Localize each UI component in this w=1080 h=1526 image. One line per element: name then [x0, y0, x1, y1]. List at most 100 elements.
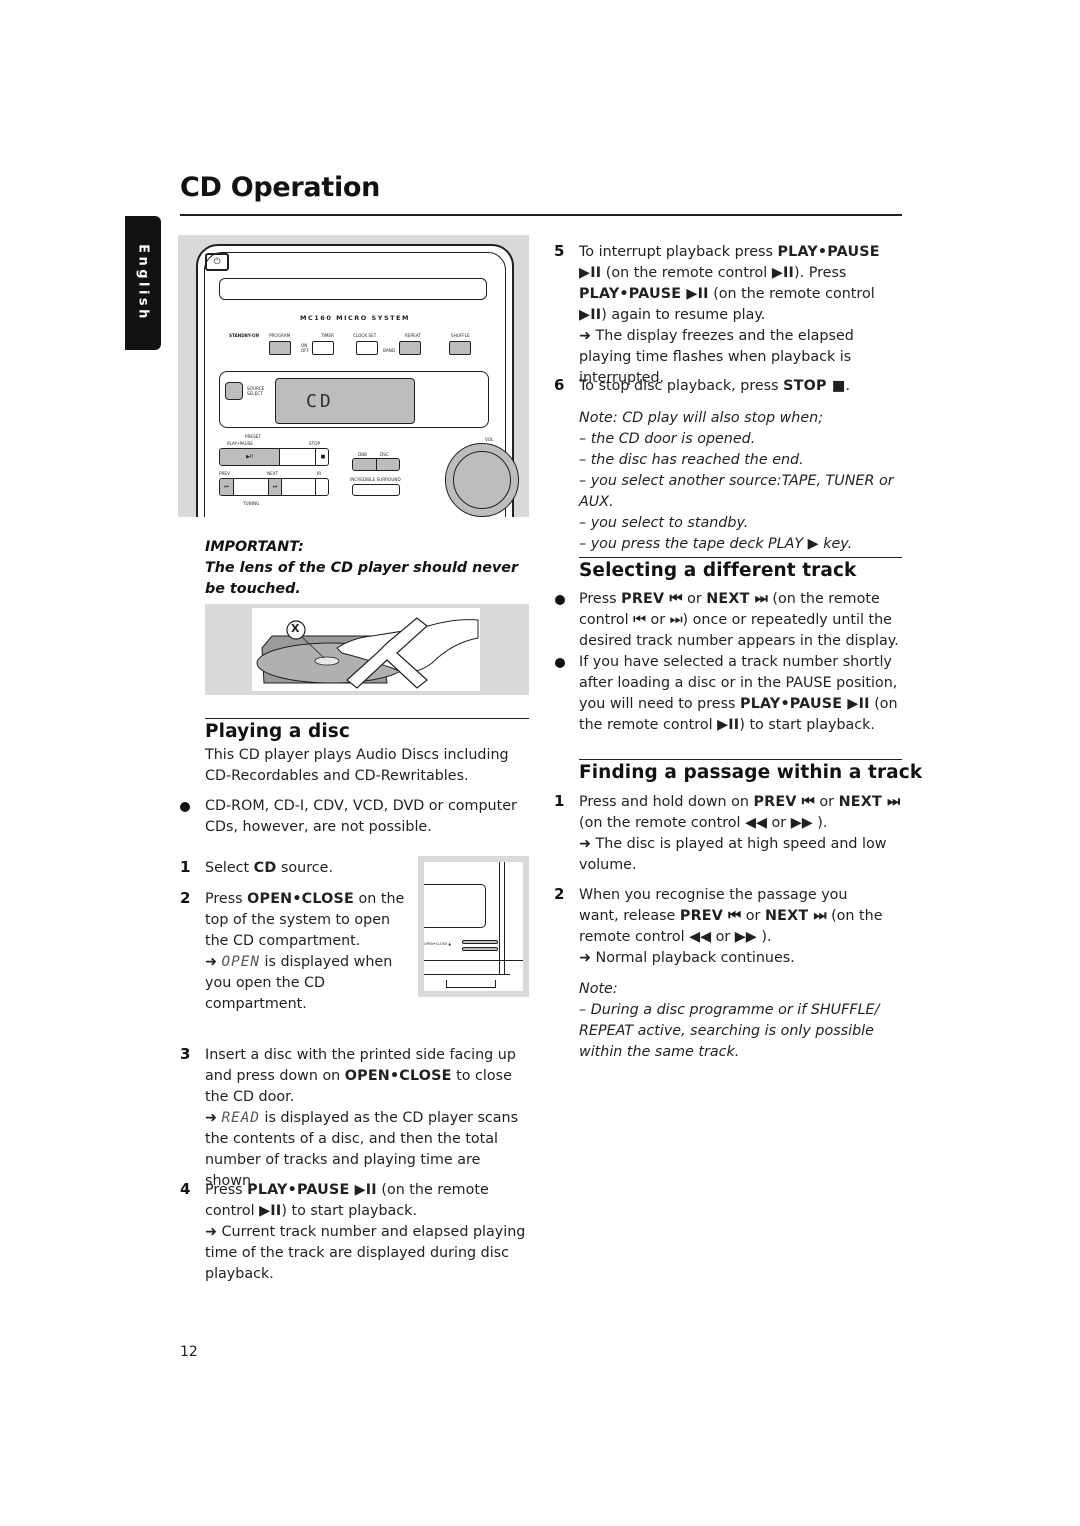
finding-step-1-text: Press and hold down on PREV ⏮ or NEXT ⏭ …: [579, 792, 909, 876]
standby-on-button: ⏻: [205, 253, 229, 271]
step-key: ▶II: [717, 717, 740, 733]
cd-slot: [219, 278, 487, 300]
step-number: 3: [180, 1045, 191, 1063]
language-tab-label: English: [135, 244, 151, 322]
dbb-dsc-buttons: [352, 458, 400, 471]
step-key: PLAY•PAUSE ▶II: [247, 1182, 377, 1198]
lens-warning-illustration: X: [252, 608, 480, 691]
step-4-text: Press PLAY•PAUSE ▶II (on the remote cont…: [205, 1180, 527, 1285]
label-incredible-surround: INCREDIBLE SURROUND: [350, 477, 401, 482]
play-stop-control-row: ▶II ■: [219, 448, 329, 466]
step-text: ) to start playback.: [281, 1203, 417, 1219]
lcd-readout: READ: [221, 1110, 260, 1126]
step-text: Press and hold down on: [579, 794, 754, 810]
stop-note-item: – the CD door is opened.: [579, 431, 756, 447]
cd-door-outline: [424, 884, 486, 928]
bullet-text: ) to start playback.: [739, 717, 875, 733]
bullet-text: or: [682, 591, 707, 607]
step-number: 2: [554, 885, 565, 903]
label-play-pause: PLAY•PAUSE: [227, 441, 254, 446]
stop-key: ■: [315, 449, 328, 465]
stop-note-item: – you select another source:TAPE, TUNER …: [579, 473, 894, 510]
stop-note-item: – you select to standby.: [579, 515, 749, 531]
step-key: PREV ⏮: [621, 591, 683, 607]
device-inner-frame: MC160 MICRO SYSTEM STANDBY-ON ⏻ PROGRAM …: [204, 252, 519, 517]
step-text: or: [814, 794, 839, 810]
arrow-icon: ➜: [205, 1110, 217, 1126]
lcd-text: CD: [306, 391, 334, 412]
step-key: NEXT ⏭: [838, 794, 901, 810]
open-close-button: [462, 947, 498, 951]
clock-set-button: [356, 341, 378, 355]
section-heading-playing-a-disc: Playing a disc: [205, 721, 350, 742]
volume-knob-inner: [453, 451, 511, 509]
step-text: (on the remote control ◀◀ or ▶▶ ).: [579, 815, 828, 831]
device-front-panel-figure: MC160 MICRO SYSTEM STANDBY-ON ⏻ PROGRAM …: [178, 235, 529, 517]
label-next: NEXT: [267, 471, 279, 476]
selecting-bullet-1: Press PREV ⏮ or NEXT ⏭ (on the remote co…: [579, 589, 905, 652]
device-base-line: [424, 960, 523, 961]
step-number: 2: [180, 889, 191, 907]
label-vol: VOL: [485, 437, 494, 442]
label-program: PROGRAM: [269, 333, 291, 338]
selecting-bullet-2: If you have selected a track number shor…: [579, 652, 905, 736]
step-1-text: Select CD source.: [205, 858, 415, 879]
important-heading: IMPORTANT:: [205, 539, 304, 555]
bullet-icon: [555, 658, 565, 668]
step-key: PLAY•PAUSE ▶II: [579, 286, 709, 302]
label-dsc: DSC: [380, 452, 389, 457]
device-base-line: [424, 974, 510, 975]
section-divider: [579, 557, 902, 558]
top-view-figure: OPEN•CLOSE ▲: [418, 856, 529, 997]
program-button: [269, 341, 291, 355]
shuffle-button: [449, 341, 471, 355]
label-tuning: TUNING: [243, 501, 260, 506]
step-text: To stop disc playback, press: [579, 378, 784, 394]
step-key: ▶II: [259, 1203, 282, 1219]
section-heading-selecting-track: Selecting a different track: [579, 560, 857, 581]
important-text: The lens of the CD player should never b…: [205, 560, 519, 597]
next-key: ⏭: [268, 479, 282, 495]
top-view-illustration: OPEN•CLOSE ▲: [424, 862, 523, 991]
ir-sensor: [315, 479, 328, 495]
prev-key: ⏮: [220, 479, 234, 495]
stop-note-item: – you press the tape deck PLAY ▶ key.: [579, 536, 853, 552]
lcd-readout: OPEN: [221, 954, 260, 970]
arrow-icon: ➜: [579, 328, 591, 344]
open-close-label: OPEN•CLOSE ▲: [424, 942, 452, 946]
step-result: Normal playback continues.: [595, 950, 795, 966]
play-pause-key: ▶II: [220, 449, 280, 465]
arrow-icon: ➜: [579, 950, 591, 966]
step-key: ▶II: [579, 307, 602, 323]
section-heading-finding-passage: Finding a passage within a track: [579, 762, 923, 783]
step-text: Select: [205, 860, 254, 876]
label-source-select: SOURCE SELECT: [247, 386, 265, 396]
step-key: CD: [253, 860, 277, 876]
step-result: Current track number and elapsed playing…: [205, 1224, 526, 1282]
label-dbb: DBB: [358, 452, 367, 457]
step-key: PREV ⏮: [753, 794, 815, 810]
display-panel: SOURCE SELECT CD: [219, 371, 489, 428]
stop-note-heading: Note: CD play will also stop when;: [579, 410, 824, 426]
prev-next-control-row: ⏮ ⏭: [219, 478, 329, 496]
label-shuffle: SHUFFLE: [451, 333, 470, 338]
playing-intro: This CD player plays Audio Discs includi…: [205, 747, 509, 784]
step-text: To interrupt playback press: [579, 244, 778, 260]
step-number: 1: [180, 858, 191, 876]
device-foot: [446, 980, 496, 988]
label-band: BAND: [383, 348, 396, 353]
step-5-text: To interrupt playback press PLAY•PAUSE ▶…: [579, 242, 905, 389]
volume-knob: [445, 443, 519, 517]
step-3-text: Insert a disc with the printed side faci…: [205, 1045, 531, 1192]
step-text: Press: [205, 891, 248, 907]
lens-warning-figure: X: [205, 604, 529, 695]
arrow-icon: ➜: [205, 1224, 217, 1240]
step-text: (on the remote control: [605, 265, 772, 281]
playing-bullet: CD-ROM, CD-I, CDV, VCD, DVD or computer …: [205, 798, 517, 835]
device-side-line: [504, 862, 505, 974]
page-title: CD Operation: [180, 172, 381, 203]
step-text: or: [741, 908, 765, 924]
power-icon: ⏻: [213, 257, 221, 267]
hand-touching-lens-drawing: [256, 617, 479, 689]
step-key: PLAY•PAUSE ▶II: [740, 696, 870, 712]
